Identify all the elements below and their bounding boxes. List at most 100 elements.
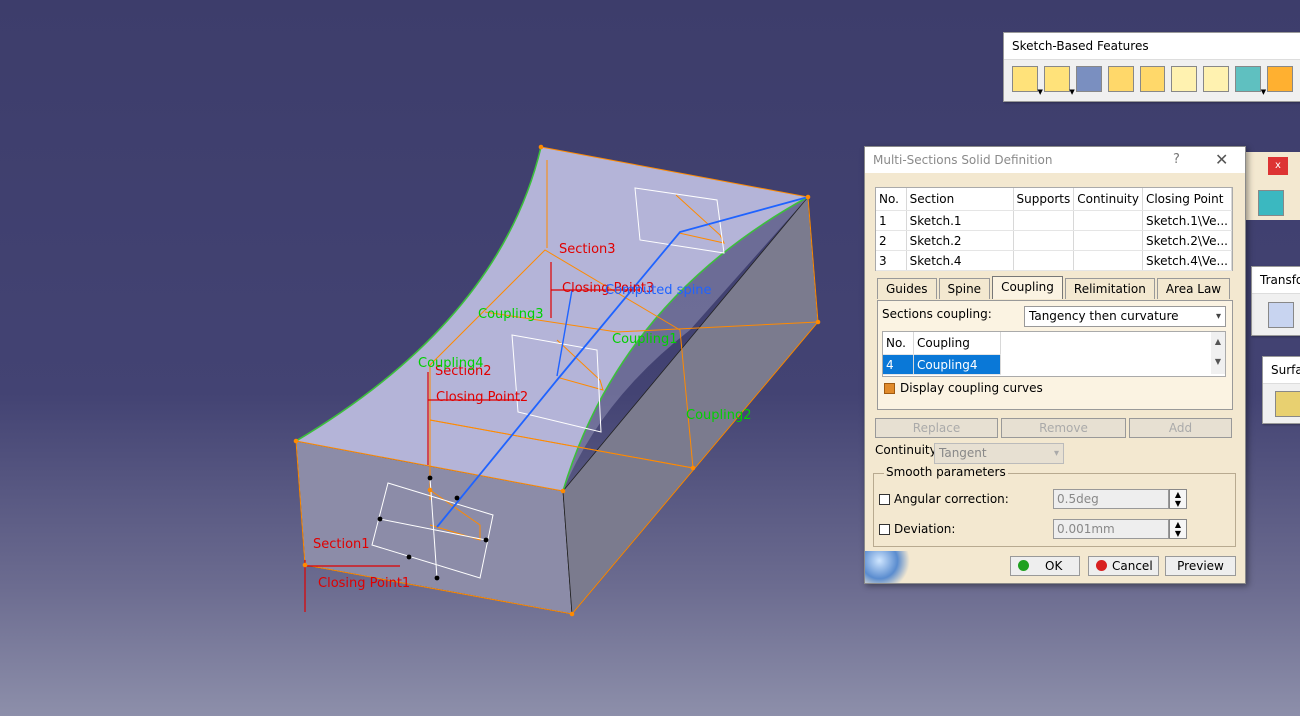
pad-icon[interactable]: ▼ — [1012, 66, 1043, 96]
smooth-parameters-group: Smooth parameters Angular correction: 0.… — [873, 465, 1236, 547]
cell-closing-point: Sketch.1\Ve... — [1142, 210, 1233, 231]
deviation-checkbox[interactable] — [879, 524, 890, 535]
col-supports[interactable]: Supports — [1013, 188, 1075, 211]
slot-icon[interactable] — [1203, 66, 1230, 92]
table-row[interactable]: 3 Sketch.4 Sketch.4\Ve... — [876, 250, 1233, 271]
col-continuity[interactable]: Continuity — [1073, 188, 1143, 211]
coupling-list[interactable]: No. Coupling 4 Coupling4 ▲ ▼ — [882, 331, 1226, 377]
sections-coupling-select[interactable]: Tangency then curvature ▾ — [1024, 306, 1226, 327]
stiffener-icon[interactable] — [1267, 66, 1294, 92]
catia-logo — [865, 551, 913, 583]
sketch-based-features-toolbar: Sketch-Based Features ▼ ▼ ▼ — [1003, 32, 1300, 102]
shaft-icon[interactable] — [1075, 66, 1102, 92]
close-button[interactable]: ✕ — [1215, 150, 1228, 169]
sections-coupling-label: Sections coupling: — [882, 307, 992, 321]
label-section3[interactable]: Section3 — [559, 242, 616, 257]
surface-feature-icon[interactable] — [1275, 391, 1300, 417]
translation-icon[interactable] — [1268, 302, 1294, 328]
continuity-value: Tangent — [939, 446, 987, 460]
cell-no: 3 — [876, 250, 907, 271]
cell-supports — [1013, 210, 1075, 231]
cell-continuity — [1073, 230, 1143, 251]
table-row[interactable]: 2 Sketch.2 Sketch.2\Ve... — [876, 230, 1233, 251]
preview-button[interactable]: Preview — [1165, 556, 1236, 576]
angular-correction-input[interactable]: 0.5deg — [1053, 489, 1169, 509]
tab-relimitation[interactable]: Relimitation — [1064, 278, 1155, 299]
table-row[interactable]: 1 Sketch.1 Sketch.1\Ve... — [876, 210, 1233, 231]
multi-sections-solid-dialog: Multi-Sections Solid Definition ? ✕ No. … — [864, 146, 1246, 584]
tab-coupling[interactable]: Coupling — [992, 276, 1063, 299]
display-coupling-curves-label: Display coupling curves — [900, 381, 1043, 395]
dialog-title: Multi-Sections Solid Definition — [873, 153, 1053, 167]
label-closing-point1[interactable]: Closing Point1 — [318, 576, 410, 591]
remove-button[interactable]: Remove — [1001, 418, 1126, 438]
list-item[interactable]: 4 Coupling4 — [883, 354, 1001, 375]
transformation-toolbar-title: Transfor — [1252, 267, 1300, 294]
surface-toolbar-title: Surfac — [1263, 357, 1300, 384]
cell-coupling-no: 4 — [883, 354, 914, 375]
surface-toolbar: Surfac — [1262, 356, 1300, 424]
col-no[interactable]: No. — [876, 188, 907, 211]
label-coupling2[interactable]: Coupling2 — [686, 408, 752, 423]
cell-section: Sketch.1 — [906, 210, 1014, 231]
cancel-button[interactable]: Cancel — [1088, 556, 1159, 576]
tab-spine[interactable]: Spine — [938, 278, 991, 299]
toolbar-title: Sketch-Based Features — [1004, 33, 1300, 60]
small-toolbar: x — [1244, 152, 1300, 220]
sections-coupling-value: Tangency then curvature — [1029, 309, 1179, 323]
tab-guides[interactable]: Guides — [877, 278, 937, 299]
list-scrollbar[interactable]: ▲ ▼ — [1211, 332, 1225, 374]
angular-correction-spinner[interactable]: ▲ ▼ — [1169, 489, 1187, 509]
groove-icon[interactable] — [1107, 66, 1134, 92]
chevron-down-icon: ▾ — [1215, 311, 1221, 322]
multi-sections-solid-icon[interactable]: ▼ — [1235, 66, 1266, 96]
tab-bar: Guides Spine Coupling Relimitation Area … — [877, 276, 1232, 299]
cancel-label: Cancel — [1112, 559, 1153, 573]
angular-correction-checkbox[interactable] — [879, 494, 890, 505]
cell-coupling-name: Coupling4 — [913, 354, 1001, 375]
deviation-spinner[interactable]: ▲ ▼ — [1169, 519, 1187, 539]
cell-section: Sketch.4 — [906, 250, 1014, 271]
cell-supports — [1013, 250, 1075, 271]
deviation-input[interactable]: 0.001mm — [1053, 519, 1169, 539]
label-computed-spine[interactable]: Computed spine — [605, 283, 712, 298]
label-coupling1[interactable]: Coupling1 — [612, 332, 678, 347]
ok-button[interactable]: OK — [1010, 556, 1080, 576]
small-toolbar-close-button[interactable]: x — [1268, 157, 1288, 175]
angular-correction-label: Angular correction: — [894, 492, 1009, 506]
label-section1[interactable]: Section1 — [313, 537, 370, 552]
cell-continuity — [1073, 250, 1143, 271]
coupling-panel: Sections coupling: Tangency then curvatu… — [877, 300, 1233, 410]
chevron-down-icon: ▾ — [1053, 448, 1059, 459]
toolbar-icons: ▼ ▼ ▼ — [1004, 60, 1300, 96]
add-button[interactable]: Add — [1129, 418, 1232, 438]
continuity-label: Continuity: — [875, 443, 940, 457]
dialog-titlebar[interactable]: Multi-Sections Solid Definition ? ✕ — [865, 147, 1245, 173]
col-coupling[interactable]: Coupling — [913, 332, 1001, 355]
smooth-parameters-title: Smooth parameters — [884, 465, 1008, 479]
rib-icon[interactable] — [1171, 66, 1198, 92]
cell-supports — [1013, 230, 1075, 251]
cell-no: 1 — [876, 210, 907, 231]
replace-button[interactable]: Replace — [875, 418, 998, 438]
col-coupling-no[interactable]: No. — [883, 332, 914, 355]
sections-table-header: No. Section Supports Continuity Closing … — [876, 188, 1233, 211]
hole-icon[interactable] — [1139, 66, 1166, 92]
deviation-label: Deviation: — [894, 522, 956, 536]
label-closing-point2[interactable]: Closing Point2 — [436, 390, 528, 405]
ok-icon — [1018, 560, 1029, 571]
help-button[interactable]: ? — [1173, 152, 1180, 167]
surface-icon[interactable] — [1258, 190, 1284, 216]
transformation-toolbar: Transfor — [1251, 266, 1300, 336]
col-section[interactable]: Section — [906, 188, 1014, 211]
pocket-icon[interactable]: ▼ — [1043, 66, 1075, 96]
label-coupling4[interactable]: Coupling4 — [418, 356, 484, 371]
display-coupling-curves-checkbox[interactable] — [884, 383, 895, 394]
cell-closing-point: Sketch.4\Ve... — [1142, 250, 1233, 271]
col-closing-point[interactable]: Closing Point — [1142, 188, 1233, 211]
sections-table[interactable]: No. Section Supports Continuity Closing … — [875, 187, 1233, 271]
cell-closing-point: Sketch.2\Ve... — [1142, 230, 1233, 251]
continuity-select[interactable]: Tangent ▾ — [934, 443, 1064, 464]
tab-area-law[interactable]: Area Law — [1156, 278, 1231, 299]
label-coupling3[interactable]: Coupling3 — [478, 307, 544, 322]
